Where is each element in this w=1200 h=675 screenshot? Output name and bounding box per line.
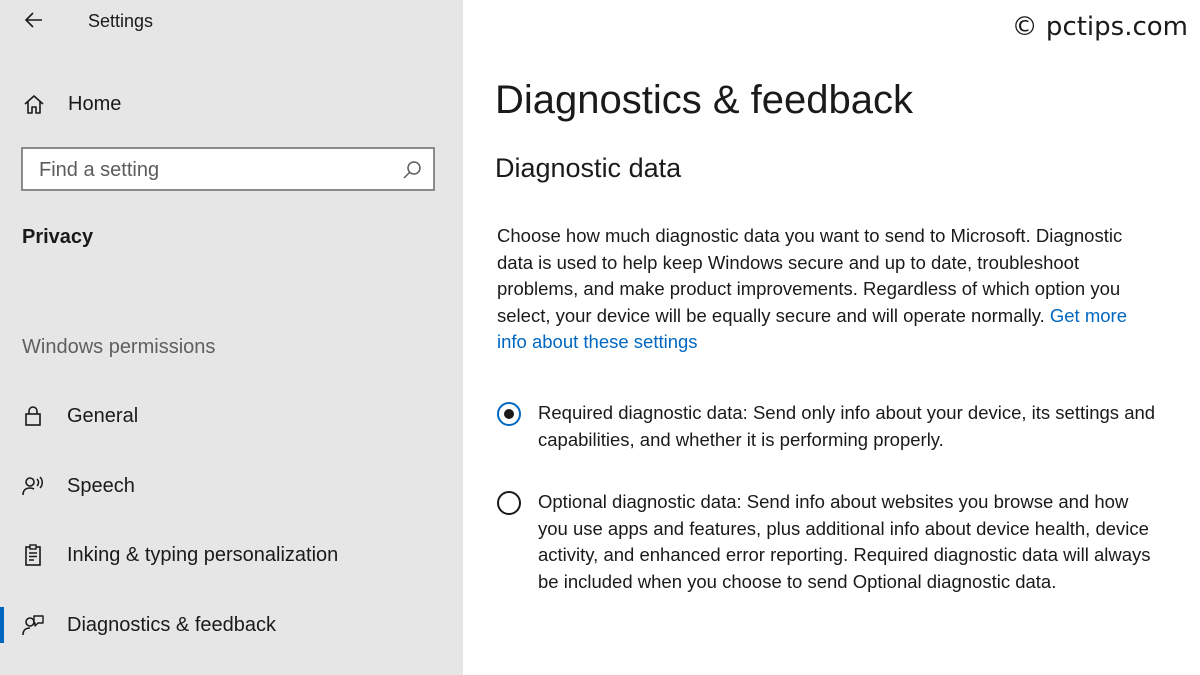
radio-button-required[interactable] (497, 402, 521, 426)
feedback-icon (22, 615, 44, 636)
lock-icon (25, 406, 41, 426)
page-title: Diagnostics & feedback (495, 78, 914, 122)
sidebar-item-general[interactable]: General (0, 394, 463, 438)
sidebar-item-label: Speech (67, 475, 135, 497)
description-text: Choose how much diagnostic data you want… (497, 223, 1157, 356)
sidebar-item-speech[interactable]: Speech (0, 464, 463, 508)
radio-label: Optional diagnostic data: Send info abou… (538, 491, 1151, 592)
search-box[interactable] (21, 147, 435, 191)
description-body: Choose how much diagnostic data you want… (497, 225, 1123, 326)
home-nav-item[interactable]: Home (0, 84, 463, 124)
home-label: Home (68, 93, 122, 115)
section-title: Diagnostic data (495, 153, 682, 183)
clipboard-icon (25, 544, 41, 566)
windows-permissions-label: Windows permissions (22, 336, 216, 358)
sidebar-item-inking-typing[interactable]: Inking & typing personalization (0, 533, 463, 577)
back-arrow-icon (24, 12, 42, 28)
sidebar-item-diagnostics-feedback[interactable]: Diagnostics & feedback (0, 603, 463, 647)
home-icon (24, 95, 44, 114)
sidebar-item-label: Inking & typing personalization (67, 544, 339, 566)
search-icon[interactable] (401, 159, 423, 181)
back-button[interactable] (20, 6, 48, 34)
speech-icon (22, 476, 43, 496)
sidebar-item-label: Diagnostics & feedback (67, 614, 277, 636)
app-title: Settings (88, 11, 154, 31)
privacy-section-label: Privacy (22, 226, 94, 248)
main-content: © pctips.com Diagnostics & feedback Diag… (463, 0, 1200, 675)
radio-label: Required diagnostic data: Send only info… (538, 402, 1156, 450)
sidebar-item-label: General (67, 405, 139, 427)
search-input[interactable] (37, 155, 391, 185)
sidebar: Settings Home Privacy Windows permission… (0, 0, 463, 675)
title-bar: Settings (0, 0, 463, 44)
watermark: © pctips.com (1011, 12, 1188, 42)
radio-button-optional[interactable] (497, 491, 521, 515)
